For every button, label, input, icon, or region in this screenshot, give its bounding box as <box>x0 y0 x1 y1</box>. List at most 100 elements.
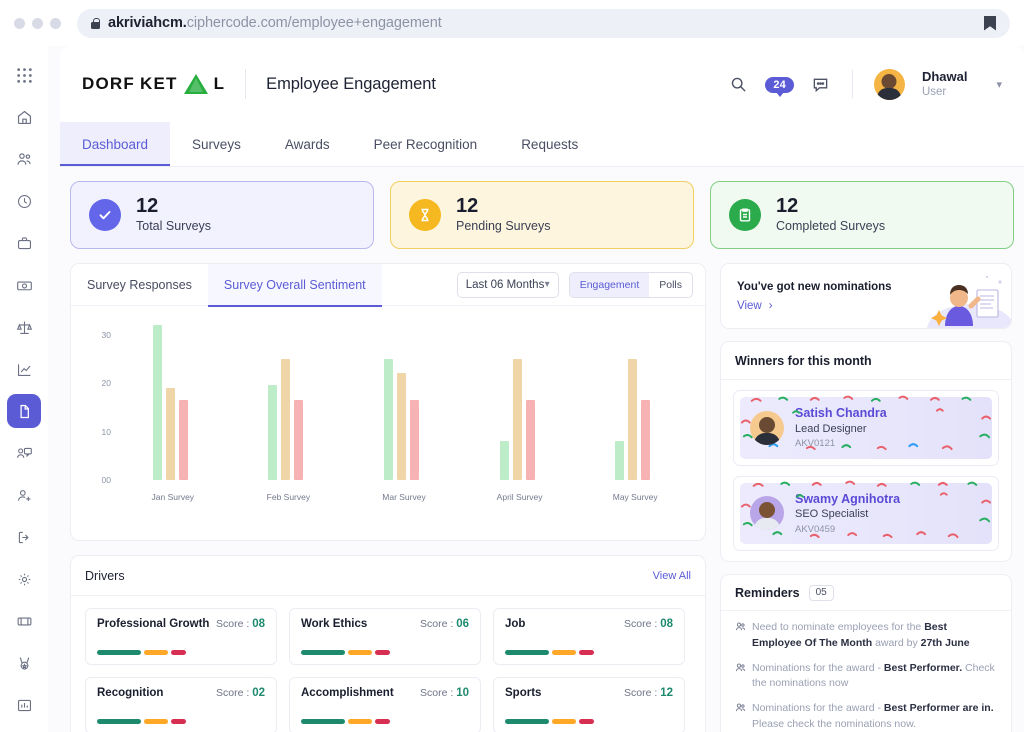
stat-label-pending: Pending Surveys <box>456 219 551 234</box>
driver-card[interactable]: Job Score : 08 <box>493 608 685 665</box>
bar[interactable] <box>512 358 522 480</box>
reminder-item[interactable]: Nominations for the award - Best Perform… <box>735 661 997 693</box>
medal-icon[interactable] <box>7 646 41 680</box>
maximize-dot[interactable] <box>50 17 61 29</box>
driver-card[interactable]: Work Ethics Score : 06 <box>289 608 481 665</box>
screenshot-root: akriviahcm.ciphercode.com/employee+engag… <box>0 0 1024 732</box>
logo-ket-text: KET <box>139 74 178 93</box>
trend-icon[interactable] <box>7 352 41 386</box>
bar[interactable] <box>384 358 393 480</box>
driver-card[interactable]: Sports Score : 12 <box>493 677 685 732</box>
user-message-icon[interactable] <box>7 436 41 470</box>
address-bar[interactable]: akriviahcm.ciphercode.com/employee+engag… <box>77 8 1010 38</box>
bar-chart-icon[interactable] <box>7 688 41 722</box>
drivers-view-all-link[interactable]: View All <box>653 570 691 582</box>
reminder-people-icon <box>735 621 746 632</box>
score-bar-high <box>505 719 549 724</box>
tab-dashboard-label: Dashboard <box>82 136 149 152</box>
window-controls[interactable] <box>14 17 61 29</box>
score-bar-low <box>579 719 594 724</box>
driver-top: Sports Score : 12 <box>505 687 673 699</box>
people-icon[interactable] <box>7 142 41 176</box>
chart-tab-responses-label: Survey Responses <box>87 277 192 292</box>
driver-score: Score : 06 <box>420 618 469 630</box>
x-tick-label: May Survey <box>612 492 658 502</box>
score-bar-low <box>375 719 390 724</box>
nominations-card[interactable]: You've got new nominations View › <box>720 263 1012 329</box>
winner-id-1: AKV0121 <box>795 438 836 450</box>
exit-icon[interactable] <box>7 520 41 554</box>
bar[interactable] <box>165 387 175 480</box>
bar[interactable] <box>294 400 304 480</box>
scale-icon[interactable] <box>7 310 41 344</box>
winner-avatar-2 <box>750 496 784 531</box>
reminder-item[interactable]: Nominations for the award - Best Perform… <box>735 701 997 732</box>
driver-score-bars <box>505 719 673 724</box>
search-icon[interactable] <box>728 74 748 94</box>
stat-card-pending-surveys[interactable]: 12 Pending Surveys <box>390 181 694 249</box>
chevron-down-icon[interactable]: ▾ <box>996 78 1002 91</box>
bar[interactable] <box>525 400 535 480</box>
bar[interactable] <box>615 441 625 480</box>
driver-card[interactable]: Professional Growth Score : 08 <box>85 608 277 665</box>
winner-card-1[interactable]: Satish Chandra Lead Designer AKV0121 <box>733 390 999 466</box>
tab-dashboard[interactable]: Dashboard <box>60 122 171 166</box>
sidebar-item-engagement[interactable] <box>7 394 41 428</box>
winner-name-2: Swamy Agnihotra <box>795 491 901 506</box>
money-icon[interactable] <box>7 268 41 302</box>
date-range-select[interactable]: Last 06 Months ▾ <box>456 271 559 298</box>
settings-icon[interactable] <box>7 562 41 596</box>
segment-engagement[interactable]: Engagement <box>569 272 650 297</box>
chart-tab-survey-responses[interactable]: Survey Responses <box>71 264 208 306</box>
home-icon[interactable] <box>7 100 41 134</box>
driver-score: Score : 10 <box>420 687 469 699</box>
tab-requests[interactable]: Requests <box>499 122 600 166</box>
stat-card-completed-surveys[interactable]: 12 Completed Surveys <box>710 181 1014 249</box>
bar[interactable] <box>628 358 638 480</box>
clock-icon[interactable] <box>7 184 41 218</box>
app-window: DORF KET L Employee Engagement 24 Dhawal… <box>0 46 1024 732</box>
bar[interactable] <box>499 441 509 480</box>
logo-dorf-text: DORF <box>82 74 135 93</box>
user-add-icon[interactable] <box>7 478 41 512</box>
reminder-item[interactable]: Need to nominate employees for the Best … <box>735 620 997 652</box>
stat-label-total: Total Surveys <box>136 219 212 234</box>
chat-icon[interactable] <box>811 74 831 94</box>
reminders-header: Reminders 05 <box>721 575 1011 612</box>
stat-label-completed: Completed Surveys <box>776 219 886 234</box>
avatar[interactable] <box>873 68 905 100</box>
tab-surveys[interactable]: Surveys <box>170 122 263 166</box>
bar[interactable] <box>281 358 291 480</box>
chart-controls: Last 06 Months ▾ Engagement Polls <box>456 271 705 298</box>
bar[interactable] <box>178 400 188 480</box>
driver-card[interactable]: Accomplishment Score : 10 <box>289 677 481 732</box>
driver-card[interactable]: Recognition Score : 02 <box>85 677 277 732</box>
segment-polls[interactable]: Polls <box>649 273 692 297</box>
tab-peer-recognition[interactable]: Peer Recognition <box>352 122 500 166</box>
bookmark-icon[interactable] <box>984 15 996 31</box>
minimize-dot[interactable] <box>32 17 43 29</box>
bar[interactable] <box>641 400 651 480</box>
bar-group <box>152 324 188 480</box>
close-dot[interactable] <box>14 17 25 29</box>
stat-text-total: 12 Total Surveys <box>136 195 211 234</box>
winner-card-2[interactable]: Swamy Agnihotra SEO Specialist AKV0459 <box>733 475 999 552</box>
date-range-value: Last 06 Months <box>465 278 545 291</box>
user-info: Dhawal User <box>922 69 968 100</box>
bar[interactable] <box>152 324 162 480</box>
ticket-icon[interactable] <box>7 604 41 638</box>
stat-card-total-surveys[interactable]: 12 Total Surveys <box>70 181 374 249</box>
driver-top: Accomplishment Score : 10 <box>301 687 469 699</box>
score-bar-low <box>171 650 186 655</box>
bar[interactable] <box>268 385 278 480</box>
notification-badge-wrap[interactable]: 24 <box>765 75 794 97</box>
briefcase-icon[interactable] <box>7 226 41 260</box>
nominations-view-link[interactable]: View › <box>737 300 892 312</box>
bar[interactable] <box>410 400 419 480</box>
score-bar-high <box>301 719 345 724</box>
tab-awards[interactable]: Awards <box>263 122 352 166</box>
logo-l-text: L <box>213 74 226 93</box>
apps-grid-icon[interactable] <box>7 58 41 92</box>
bar[interactable] <box>397 373 406 480</box>
chart-tab-overall-sentiment[interactable]: Survey Overall Sentiment <box>207 263 382 307</box>
